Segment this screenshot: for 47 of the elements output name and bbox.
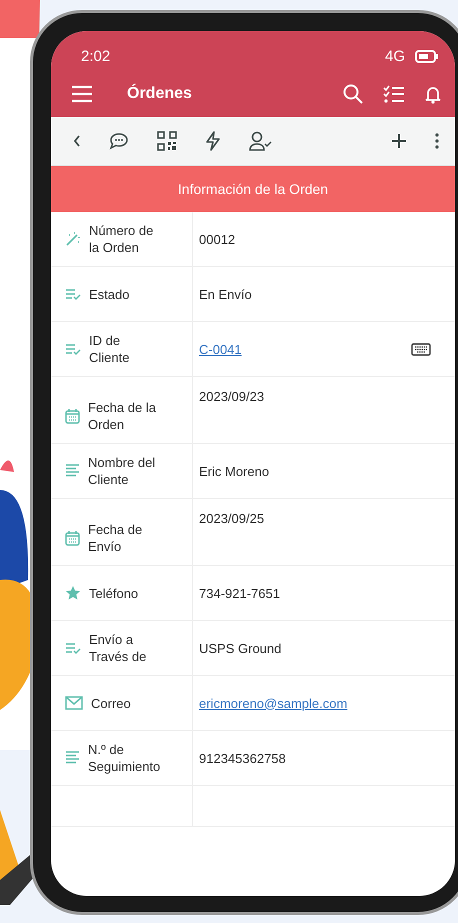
back-icon[interactable] <box>73 135 81 147</box>
field-label: Nombre del Cliente <box>88 454 156 488</box>
search-icon[interactable] <box>343 84 363 104</box>
status-time: 2:02 <box>81 48 110 64</box>
text-lines-icon <box>65 751 80 765</box>
bell-icon[interactable] <box>425 84 441 104</box>
list-check-icon <box>65 288 81 300</box>
field-value: 00012 <box>199 232 236 246</box>
checklist-icon[interactable] <box>383 85 405 103</box>
list-check-icon <box>65 642 81 654</box>
star-icon <box>65 585 81 601</box>
field-label: Número de la Orden <box>89 222 154 256</box>
field-value: 912345362758 <box>199 750 286 766</box>
field-label: ID de Cliente <box>89 332 130 366</box>
field-value: Eric Moreno <box>199 464 270 478</box>
field-value: En Envío <box>199 286 252 302</box>
qr-code-icon[interactable] <box>157 131 177 151</box>
field-value: 734-921-7651 <box>199 586 280 600</box>
field-link[interactable]: C-0041 <box>199 342 242 356</box>
network-label: 4G <box>384 48 405 64</box>
list-check-icon <box>65 343 81 355</box>
field-label: Teléfono <box>89 584 140 602</box>
battery-icon <box>415 50 439 62</box>
wand-icon <box>65 231 81 247</box>
field-label: Estado <box>89 286 130 302</box>
calendar-icon <box>65 408 80 424</box>
field-label: Correo <box>91 694 132 712</box>
field-label: Fecha de la Orden <box>88 399 157 433</box>
envelope-icon <box>65 696 83 710</box>
menu-icon[interactable] <box>71 85 93 103</box>
calendar-icon <box>65 530 80 546</box>
text-lines-icon <box>65 464 80 478</box>
user-check-icon[interactable] <box>249 131 273 151</box>
field-label: Envío a Través de <box>89 631 148 665</box>
section-header: Información de la Orden <box>51 166 455 212</box>
field-value: 2023/09/25 <box>199 511 264 526</box>
keyboard-icon[interactable] <box>411 342 431 356</box>
field-label: N.º de Seguimiento <box>88 741 162 775</box>
app-title: Órdenes <box>127 85 193 103</box>
field-value: USPS Ground <box>199 640 282 656</box>
comment-icon[interactable] <box>109 132 129 150</box>
field-label: Fecha de Envío <box>88 521 144 555</box>
lightning-icon[interactable] <box>205 131 221 151</box>
field-value: 2023/09/23 <box>199 389 264 404</box>
more-icon[interactable] <box>435 133 439 149</box>
add-icon[interactable] <box>391 133 407 149</box>
field-link[interactable]: ericmoreno@sample.com <box>199 696 348 710</box>
